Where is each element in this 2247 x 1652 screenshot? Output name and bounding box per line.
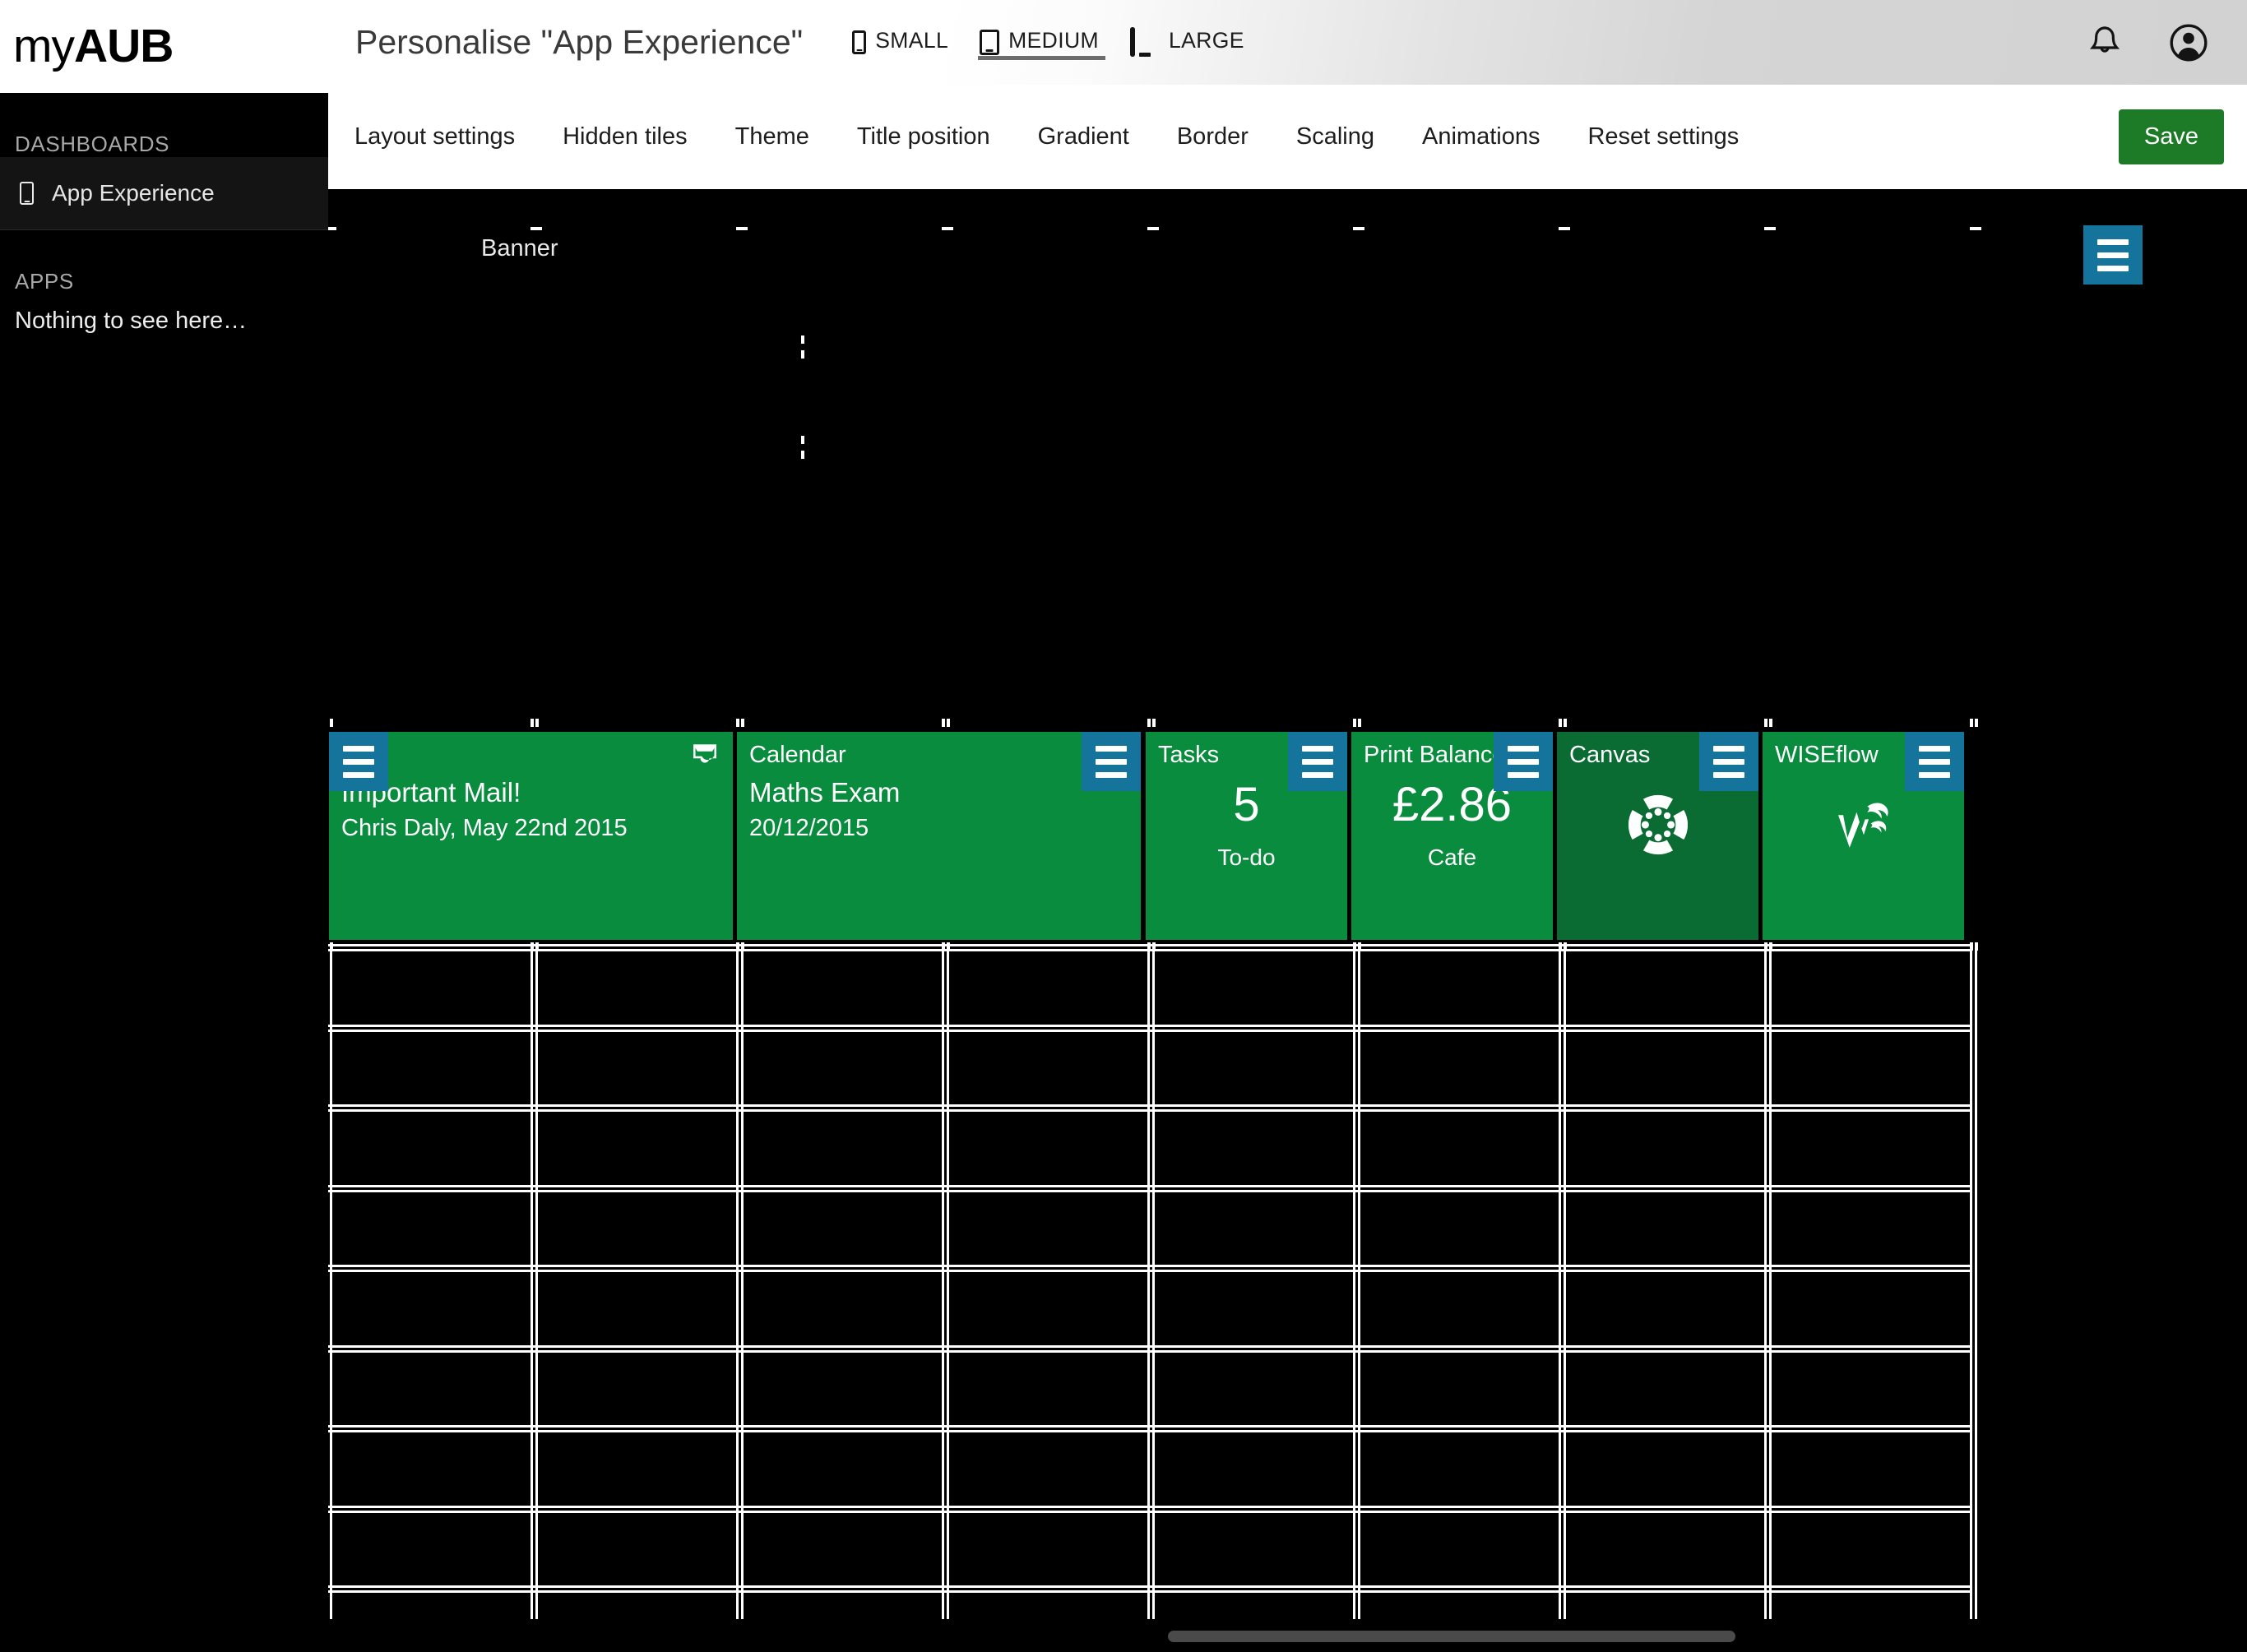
horizontal-scrollbar[interactable] [1168,1631,1735,1642]
wiseflow-logo-icon [1763,791,1964,862]
size-option-label: SMALL [875,28,949,53]
hamburger-menu-icon [343,745,374,752]
nav-item-border[interactable]: Border [1153,123,1272,150]
tile-mail-subtitle: Chris Daly, May 22nd 2015 [341,815,628,841]
canvas-logo-icon [1557,791,1758,858]
tile-calendar-date: 20/12/2015 [749,815,869,841]
tile-mail[interactable]: Important Mail! Chris Daly, May 22nd 201… [329,732,733,940]
nav-item-hidden-tiles[interactable]: Hidden tiles [539,123,711,150]
tile-tasks[interactable]: Tasks 5 To-do [1146,732,1347,940]
tile-calendar-title: Calendar [749,742,846,768]
tile-wiseflow[interactable]: WISEflow [1763,732,1964,940]
tile-tasks-menu-button[interactable] [1288,732,1347,791]
header-actions [2088,23,2247,62]
sidebar-heading-apps: APPS [15,269,74,294]
tile-print-balance-title: Print Balance [1364,742,1506,768]
dashboard-canvas[interactable]: Banner Important Mail! Chris Daly, May 2 [328,189,2247,1652]
hamburger-menu-icon [1096,745,1127,752]
device-size-switcher: SMALL MEDIUM LARGE [839,0,1262,85]
tile-canvas[interactable]: Canvas [1557,732,1758,940]
tile-canvas-menu-button[interactable] [1699,732,1758,791]
sidebar-item-label: App Experience [52,180,215,206]
notification-bell-icon[interactable] [2088,25,2121,61]
tile-calendar-menu-button[interactable] [1082,732,1141,791]
logo-prefix: my [13,20,75,72]
nav-item-scaling[interactable]: Scaling [1272,123,1398,150]
tile-canvas-title: Canvas [1569,742,1651,768]
tile-calendar[interactable]: Calendar Maths Exam 20/12/2015 [737,732,1141,940]
tile-strip: Important Mail! Chris Daly, May 22nd 201… [328,719,2247,951]
logo-suffix: AUB [73,20,174,72]
phone-icon [20,182,34,205]
top-header: Personalise "App Experience" SMALL MEDIU… [328,0,2247,85]
hamburger-menu-icon [1302,745,1333,752]
tile-print-balance[interactable]: Print Balance £2.86 Cafe [1351,732,1553,940]
nav-item-theme[interactable]: Theme [711,123,833,150]
sidebar-item-app-experience[interactable]: App Experience [0,157,328,229]
user-account-icon[interactable] [2169,23,2208,62]
tile-calendar-event: Maths Exam [749,777,901,807]
size-option-large[interactable]: LARGE [1117,0,1262,85]
tile-tasks-title: Tasks [1158,742,1220,768]
hamburger-menu-icon [1713,745,1744,752]
nav-item-layout-settings[interactable]: Layout settings [331,123,539,150]
tablet-icon [980,30,1000,55]
hamburger-menu-icon [2097,238,2129,245]
sidebar: myAUB DASHBOARDS App Experience APPS Not… [0,0,328,1652]
nav-item-gradient[interactable]: Gradient [1014,123,1153,150]
sidebar-heading-dashboards: DASHBOARDS [15,132,170,156]
nav-item-title-position[interactable]: Title position [833,123,1014,150]
nav-item-reset-settings[interactable]: Reset settings [1564,123,1763,150]
tile-wiseflow-menu-button[interactable] [1905,732,1964,791]
sidebar-apps-empty: Nothing to see here… [15,308,248,334]
size-option-medium[interactable]: MEDIUM [966,0,1117,85]
brand-logo[interactable]: myAUB [0,0,328,93]
app-root: myAUB DASHBOARDS App Experience APPS Not… [0,0,2247,1652]
settings-navbar: Layout settings Hidden tiles Theme Title… [328,85,2247,189]
inbox-icon [691,743,719,766]
monitor-icon [1129,27,1160,57]
tile-wiseflow-title: WISEflow [1775,742,1879,768]
save-button[interactable]: Save [2118,109,2224,164]
banner-label: Banner [481,235,558,261]
size-option-label: MEDIUM [1008,28,1099,53]
banner-menu-button[interactable] [2083,225,2143,285]
phone-icon [852,30,867,54]
banner-tile[interactable]: Banner [328,189,2247,349]
tile-print-balance-menu-button[interactable] [1494,732,1553,791]
hamburger-menu-icon [1508,745,1539,752]
page-title: Personalise "App Experience" [355,23,804,61]
tile-tasks-caption: To-do [1217,845,1276,870]
tile-print-balance-caption: Cafe [1427,845,1477,870]
size-option-small[interactable]: SMALL [839,0,966,85]
hamburger-menu-icon [1919,745,1950,752]
tile-mail-menu-button[interactable] [329,732,388,791]
nav-item-animations[interactable]: Animations [1398,123,1564,150]
size-option-label: LARGE [1168,28,1244,53]
